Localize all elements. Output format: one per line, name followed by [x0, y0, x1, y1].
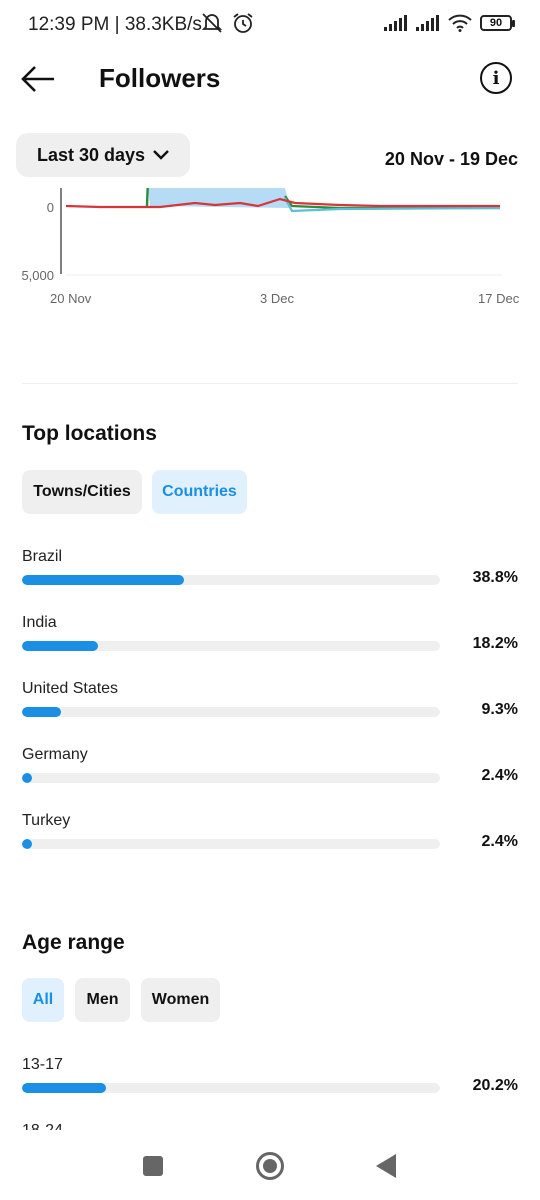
recents-button[interactable] [143, 1156, 163, 1176]
age-group-bar-fill [22, 1083, 107, 1093]
age-group-bar [22, 1083, 440, 1093]
x-tick-label: 20 Nov [50, 291, 92, 306]
location-percentage: 2.4% [481, 767, 518, 784]
location-percentage: 2.4% [481, 833, 518, 850]
period-label: Last 30 days [36, 144, 146, 165]
location-bar [22, 575, 440, 585]
age-group-percentage: 20.2% [472, 1077, 518, 1094]
y-tick-label: 0 [47, 200, 54, 215]
tab-towns-cities[interactable]: Towns/Cities [22, 470, 142, 514]
location-label: Brazil [22, 548, 63, 565]
info-icon[interactable]: i [480, 62, 512, 94]
system-nav-bar [0, 1130, 540, 1200]
header: Followers i [0, 50, 540, 110]
age-group-label: 13-17 [22, 1056, 63, 1073]
y-tick-label: 5,000 [21, 268, 54, 283]
location-bar [22, 707, 440, 717]
location-percentage: 18.2% [472, 635, 518, 652]
home-button[interactable] [256, 1152, 284, 1180]
status-right-icons: 90 [384, 14, 515, 32]
tab-countries[interactable]: Countries [152, 470, 247, 514]
location-bar-fill [22, 707, 61, 717]
signal-icon [384, 15, 407, 31]
x-tick-label: 3 Dec [260, 291, 294, 306]
date-range: 20 Nov - 19 Dec [384, 149, 518, 169]
arrow-left-icon[interactable] [20, 64, 56, 94]
location-bar-fill [22, 839, 33, 849]
age-range-title: Age range [22, 931, 125, 954]
mute-alarm-icon [201, 13, 223, 33]
x-tick-label: 17 Dec [478, 291, 520, 306]
chevron-down-icon [153, 150, 169, 160]
location-label: United States [22, 680, 119, 697]
wifi-icon [448, 14, 472, 32]
followers-chart: 0 5,000 20 Nov 3 Dec 17 Dec [0, 188, 540, 318]
location-label: Turkey [22, 812, 71, 829]
back-button[interactable] [376, 1154, 396, 1178]
page-title: Followers [99, 63, 221, 93]
period-dropdown-button[interactable]: Last 30 days [16, 133, 190, 177]
location-bar [22, 839, 440, 849]
top-locations-title: Top locations [22, 422, 157, 445]
location-label: India [22, 614, 57, 631]
series-line-green [145, 188, 149, 207]
alarm-icon [233, 13, 253, 33]
location-percentage: 38.8% [472, 569, 518, 586]
signal-icon [416, 15, 439, 31]
location-percentage: 9.3% [481, 701, 518, 718]
tab-women[interactable]: Women [141, 978, 220, 1022]
location-bar [22, 641, 440, 651]
tab-all[interactable]: All [22, 978, 64, 1022]
location-bar-fill [22, 641, 99, 651]
status-time: 12:39 PM | 38.3KB/s [28, 14, 202, 35]
tab-men[interactable]: Men [75, 978, 130, 1022]
location-bar-fill [22, 773, 33, 783]
home-icon [263, 1159, 277, 1173]
status-icons [200, 12, 254, 34]
status-bar: 12:39 PM | 38.3KB/s 90 [0, 0, 540, 50]
section-divider [22, 383, 518, 384]
battery-icon: 90 [480, 15, 515, 31]
location-bar-fill [22, 575, 185, 585]
followers-chart-svg: 0 5,000 20 Nov 3 Dec 17 Dec [21, 188, 520, 306]
location-bar [22, 773, 440, 783]
location-label: Germany [22, 746, 88, 763]
filter-row: Last 30 days 20 Nov - 19 Dec [0, 133, 540, 179]
battery-level: 90 [489, 17, 503, 29]
